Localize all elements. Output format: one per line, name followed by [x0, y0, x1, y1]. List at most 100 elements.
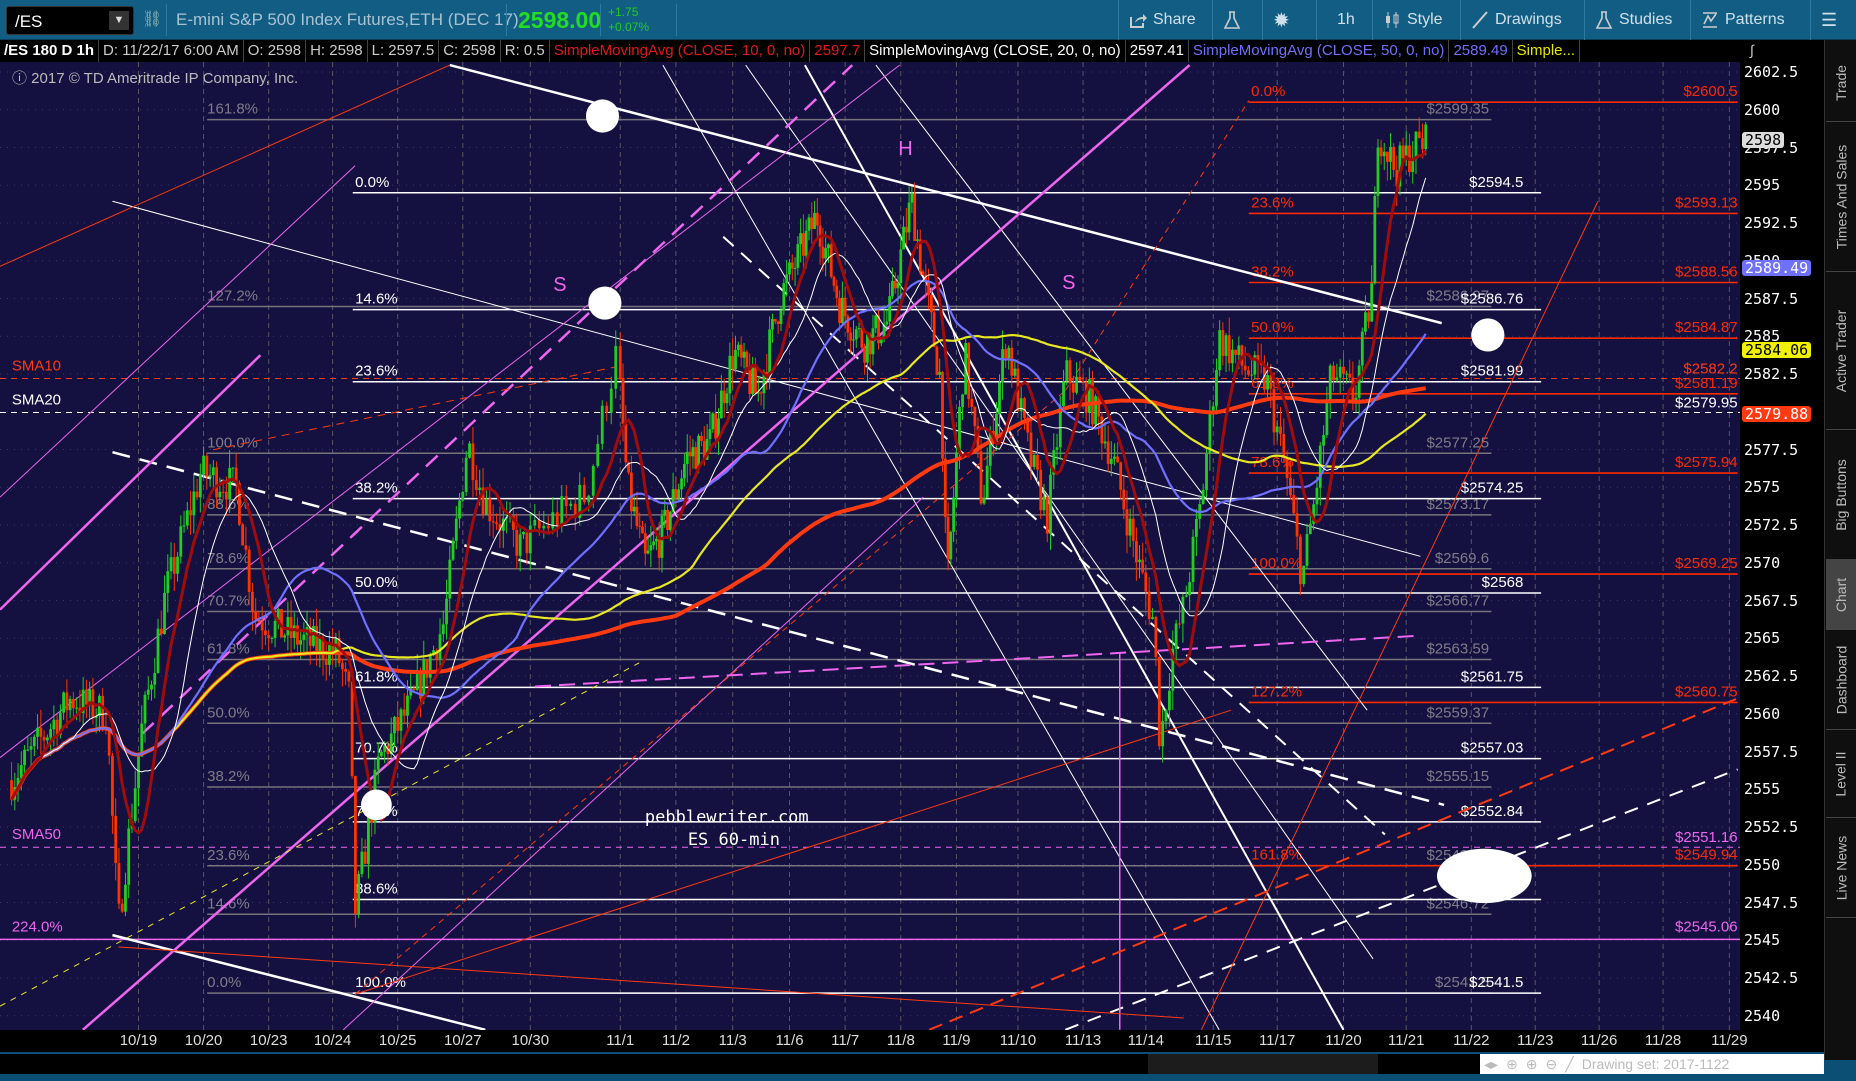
- style-button[interactable]: Style: [1372, 0, 1453, 40]
- candle-body: [270, 637, 274, 639]
- zoom-in-icon[interactable]: ⊕: [1526, 1056, 1538, 1073]
- price-tick-label: 2567.5: [1744, 591, 1799, 610]
- candle-body: [474, 480, 478, 491]
- candle-body: [328, 645, 331, 665]
- candle-body: [376, 756, 380, 770]
- side-tab-trade[interactable]: Trade: [1826, 44, 1856, 122]
- studies-button[interactable]: Studies: [1584, 0, 1682, 40]
- price-axis[interactable]: ∫ 2602.526002597.525952592.525902587.525…: [1740, 40, 1824, 1052]
- side-tab-dashboard[interactable]: Dashboard: [1826, 630, 1856, 730]
- fib-price-label: $2575.94: [1675, 454, 1738, 471]
- candle-body: [852, 339, 855, 341]
- auto-scale-icon[interactable]: ∫: [1750, 42, 1754, 58]
- drawing-set-label[interactable]: Drawing set: 2017-1122: [1582, 1056, 1730, 1072]
- candle-body: [591, 465, 595, 496]
- candle-body: [1218, 330, 1222, 371]
- date-tick-label: 11/23: [1517, 1032, 1554, 1049]
- side-tab-active-trader[interactable]: Active Trader: [1826, 272, 1856, 430]
- candle-body: [1138, 559, 1141, 563]
- candle-body: [587, 495, 591, 503]
- menu-button[interactable]: ☰: [1810, 0, 1847, 40]
- candle-body: [807, 217, 811, 231]
- scrollbar-thumb[interactable]: [1148, 1054, 1378, 1074]
- date-tick-label: 11/2: [661, 1032, 690, 1049]
- candle-body: [215, 467, 219, 498]
- crosshair-icon[interactable]: ⊕: [1506, 1056, 1518, 1073]
- candle-body: [1131, 518, 1135, 541]
- divider: [506, 4, 507, 36]
- link-icon[interactable]: ⛓: [142, 9, 162, 29]
- side-tab-big-buttons[interactable]: Big Buttons: [1826, 430, 1856, 560]
- candle-body: [708, 429, 712, 439]
- candle-body: [1295, 513, 1299, 537]
- patterns-button[interactable]: Patterns: [1690, 0, 1795, 40]
- candle-body: [166, 571, 170, 593]
- share-button[interactable]: Share: [1118, 0, 1206, 40]
- study-sma50[interactable]: SimpleMovingAvg (CLOSE, 50, 0, no): [1189, 40, 1450, 62]
- candle-body: [863, 347, 867, 363]
- candle-body: [1194, 518, 1198, 537]
- candle-body: [663, 509, 667, 516]
- date-tick-label: 11/29: [1711, 1032, 1748, 1049]
- candle-body: [85, 689, 88, 705]
- zoom-out-icon[interactable]: ⊖: [1546, 1056, 1558, 1073]
- fib-price-label: $2569.6: [1435, 550, 1489, 567]
- ma-level-name: SMA20: [12, 392, 61, 409]
- fib-percent-label: 100.0%: [207, 434, 258, 451]
- candle-body: [1039, 469, 1043, 511]
- target-circle-marker: [585, 99, 620, 133]
- symbol-selector[interactable]: /ES ▼: [6, 6, 134, 35]
- settings-button[interactable]: ✹: [1262, 0, 1300, 40]
- side-tab-level-ii[interactable]: Level II: [1826, 730, 1856, 818]
- candle-body: [973, 407, 977, 427]
- bar-date: D: 11/22/17 6:00 AM: [99, 40, 244, 62]
- chevron-down-icon[interactable]: ▼: [109, 11, 129, 30]
- candle-body: [638, 526, 642, 528]
- flask-button[interactable]: [1212, 0, 1251, 40]
- study-more[interactable]: Simple...: [1513, 40, 1581, 62]
- candle-body: [1224, 335, 1228, 356]
- candle-body: [1075, 376, 1078, 393]
- right-shoulder-label: S: [1062, 272, 1075, 294]
- candle-body: [967, 342, 971, 399]
- drawings-button[interactable]: Drawings: [1460, 0, 1572, 40]
- candle-body: [646, 550, 650, 554]
- chart-zoom-tools: ◂▸ ⊕ ⊕ ⊖ ╱ Drawing set: 2017-1122: [1480, 1054, 1824, 1074]
- candle-body: [1266, 375, 1269, 390]
- gear-icon: ✹: [1273, 9, 1290, 32]
- candle-body: [299, 640, 303, 645]
- candle-body: [438, 634, 442, 660]
- candle-body: [943, 458, 947, 517]
- study-sma10[interactable]: SimpleMovingAvg (CLOSE, 10, 0, no): [550, 40, 811, 62]
- candle-body: [785, 274, 789, 284]
- date-axis[interactable]: 10/19 10/20 10/23 10/24 10/25 10/27 10/30 11/1 1…: [0, 1030, 1748, 1052]
- candle-body: [1023, 398, 1026, 418]
- candle-body: [1045, 496, 1049, 534]
- candle-body: [998, 382, 1001, 415]
- price-chart[interactable]: 161.8% $2599.35127.2% $2586.97100.0% $2577.…: [0, 62, 1740, 1030]
- candle-body: [445, 598, 448, 625]
- fib-percent-label: 38.2%: [207, 768, 250, 785]
- price-tick-label: 2542.5: [1744, 969, 1799, 987]
- draw-icon[interactable]: ╱: [1565, 1056, 1573, 1073]
- candle-body: [793, 267, 797, 269]
- side-tab-times-and-sales[interactable]: Times And Sales: [1826, 122, 1856, 272]
- candle-body: [927, 281, 930, 295]
- candle-body: [71, 698, 75, 709]
- candle-body: [29, 746, 33, 750]
- candle-body: [478, 487, 482, 491]
- candle-body: [45, 737, 49, 741]
- candle-body: [739, 344, 743, 358]
- candle-body: [835, 285, 839, 299]
- study-sma20[interactable]: SimpleMovingAvg (CLOSE, 20, 0, no): [865, 40, 1126, 62]
- pan-icon[interactable]: ◂▸: [1484, 1056, 1498, 1073]
- candle-body: [254, 611, 258, 620]
- side-tab-chart[interactable]: Chart: [1826, 560, 1856, 630]
- candle-style-icon: [1386, 12, 1399, 28]
- candle-body: [885, 321, 889, 325]
- candle-body: [564, 496, 568, 506]
- timeframe-button[interactable]: 1h: [1316, 0, 1375, 40]
- candle-body: [685, 451, 689, 465]
- date-tick-label: 11/8: [886, 1032, 915, 1049]
- side-tab-live-news[interactable]: Live News: [1826, 818, 1856, 918]
